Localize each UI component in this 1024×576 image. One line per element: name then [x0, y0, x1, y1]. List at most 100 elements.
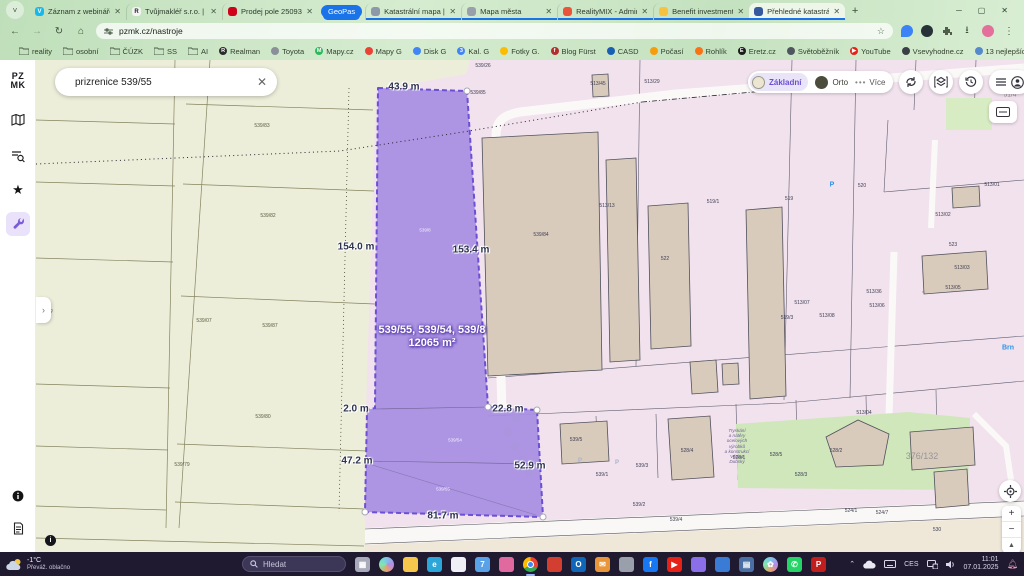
locate-me-button[interactable] [999, 480, 1021, 502]
start-button[interactable] [218, 557, 233, 572]
bookmark-item[interactable]: Světoběžník [787, 47, 839, 56]
basemap-orto-button[interactable]: Orto [815, 76, 848, 89]
site-settings-icon[interactable] [104, 27, 113, 36]
taskbar-app-edge[interactable]: e [427, 557, 442, 572]
url-text[interactable]: pzmk.cz/nastroje [119, 26, 183, 36]
map-info-dot[interactable]: i [45, 535, 56, 546]
bookmark-folder[interactable]: SS [154, 47, 177, 56]
forward-icon[interactable]: → [30, 26, 44, 37]
bookmark-item[interactable]: Vsevyhodne.cz [902, 47, 964, 56]
bookmark-item[interactable]: Disk G [413, 47, 447, 56]
sidebar-item-search-list[interactable] [6, 144, 30, 168]
notification-bell-icon[interactable]: 🔔︎ [1007, 559, 1018, 570]
bookmark-item[interactable]: Toyota [271, 47, 304, 56]
tab-close-icon[interactable]: ✕ [641, 7, 648, 16]
omnibox[interactable]: pzmk.cz/nastroje ☆ [96, 23, 893, 39]
tab-group-pill[interactable]: GeoPas [321, 5, 362, 18]
layers-button[interactable] [929, 70, 953, 94]
tab-close-icon[interactable]: ✕ [737, 7, 744, 16]
browser-tab[interactable]: Prodej pole 250933 m², M✕ [222, 3, 318, 20]
taskbar-weather-widget[interactable]: -1°C Převáž. oblačno [6, 557, 156, 572]
zoom-in-button[interactable]: + [1002, 506, 1021, 522]
location-extension-icon[interactable] [901, 25, 913, 37]
menu-kebab-icon[interactable]: ⋮ [1002, 26, 1016, 37]
tab-close-icon[interactable]: ✕ [833, 7, 840, 16]
pzmk-logo[interactable]: PZMK [0, 72, 36, 90]
search-input[interactable] [73, 76, 257, 89]
browser-tab[interactable]: RealityMIX - Administrační✕ [557, 3, 653, 20]
taskbar-app-calendar[interactable]: 7 [475, 557, 490, 572]
sidebar-item-documents[interactable] [6, 516, 30, 540]
network-display-icon[interactable] [927, 560, 938, 569]
bookmark-item[interactable]: 3Kal. G [457, 47, 489, 56]
bookmark-item[interactable]: 13 nejlepších zdrojů... [975, 47, 1024, 56]
tab-close-icon[interactable]: ✕ [210, 7, 217, 16]
taskbar-app-chrome[interactable] [523, 557, 538, 572]
compass-button[interactable]: ▲ [1002, 538, 1021, 552]
maximize-button[interactable]: ▢ [978, 6, 986, 15]
bookmark-folder[interactable]: osobní [63, 47, 99, 56]
taskbar-app-calculator[interactable]: ▤ [739, 557, 754, 572]
taskbar-app-store[interactable] [451, 557, 466, 572]
bookmark-folder[interactable]: ČÚZK [110, 47, 143, 56]
back-icon[interactable]: ← [8, 26, 22, 37]
bookmark-folder[interactable]: AI [188, 47, 208, 56]
bookmark-item[interactable]: Fotky G. [500, 47, 539, 56]
browser-tab[interactable]: RTvůjmakléř s.r.o. | Systém R✕ [126, 3, 222, 20]
sidebar-item-map[interactable] [6, 108, 30, 132]
taskbar-app-mail[interactable]: ✉ [595, 557, 610, 572]
home-icon[interactable]: ⌂ [74, 26, 88, 37]
bookmark-item[interactable]: Mapy G [365, 47, 402, 56]
zoom-out-button[interactable]: − [1002, 522, 1021, 538]
taskbar-app-app-red[interactable] [547, 557, 562, 572]
menu-account-button[interactable] [989, 70, 1024, 94]
taskbar-app-copilot[interactable] [379, 557, 394, 572]
taskbar-app-camera[interactable] [619, 557, 634, 572]
bookmark-star-icon[interactable]: ☆ [877, 26, 885, 37]
taskbar-clock[interactable]: 11:01 07.01.2025 [964, 556, 999, 572]
browser-tab[interactable]: Benefit investment, a.s. (Bv✕ [653, 3, 749, 20]
browser-tab[interactable]: Mapa města✕ [461, 3, 557, 20]
taskbar-app-facebook[interactable]: f [643, 557, 658, 572]
basemap-more-button[interactable]: ••• Více [855, 78, 885, 87]
browser-tab[interactable]: Přehledné katastrální map✕ [749, 3, 845, 20]
taskbar-app-pdf[interactable]: P [811, 557, 826, 572]
bookmark-item[interactable]: MMapy.cz [315, 47, 353, 56]
bookmark-folder[interactable]: reality [19, 47, 52, 56]
sync-view-button[interactable] [899, 70, 923, 94]
bookmark-item[interactable]: fBlog Fürst [551, 47, 596, 56]
taskbar-app-photos[interactable]: ✿ [763, 557, 778, 572]
browser-tab[interactable]: VZáznam z webináře CeMa✕ [30, 3, 126, 20]
taskbar-search[interactable]: Hledat [242, 556, 346, 572]
bookmark-item[interactable]: Počasí [650, 47, 684, 56]
clear-search-icon[interactable]: ✕ [257, 75, 267, 89]
reload-icon[interactable]: ↻ [52, 26, 66, 37]
panel-toggle-chevron[interactable]: › [36, 297, 51, 323]
onedrive-cloud-icon[interactable] [863, 560, 876, 569]
tab-close-icon[interactable]: ✕ [306, 7, 313, 16]
tab-close-icon[interactable]: ✕ [114, 7, 121, 16]
tray-chevron-icon[interactable]: ⌃ [849, 560, 855, 568]
new-tab-button[interactable]: + [847, 3, 863, 19]
tab-close-icon[interactable]: ✕ [545, 7, 552, 16]
taskbar-app-outlook[interactable]: O [571, 557, 586, 572]
bookmark-item[interactable]: RRealman [219, 47, 260, 56]
street-view-card-button[interactable] [989, 101, 1017, 123]
close-button[interactable]: ✕ [1001, 6, 1008, 15]
bookmark-item[interactable]: Rohlík [695, 47, 727, 56]
dark-extension-icon[interactable] [921, 25, 933, 37]
taskbar-app-task-view[interactable]: ▦ [355, 557, 370, 572]
tab-close-icon[interactable]: ✕ [449, 7, 456, 16]
map-search-bar[interactable]: ✕ [55, 68, 277, 96]
taskbar-app-file-explorer[interactable] [403, 557, 418, 572]
history-button[interactable] [959, 70, 983, 94]
keyboard-icon[interactable] [884, 560, 896, 568]
tab-search-chevron-icon[interactable]: ˅ [6, 1, 24, 19]
taskbar-app-paint[interactable] [499, 557, 514, 572]
basemap-basic-button[interactable]: Základní [750, 73, 808, 91]
bookmark-item[interactable]: CASD [607, 47, 639, 56]
taskbar-app-app-blue[interactable] [715, 557, 730, 572]
download-icon[interactable]: ⭳ [960, 23, 974, 40]
browser-tab[interactable]: Katastrální mapa | GeoPas✕ [365, 3, 461, 20]
sidebar-item-tools[interactable] [6, 212, 30, 236]
